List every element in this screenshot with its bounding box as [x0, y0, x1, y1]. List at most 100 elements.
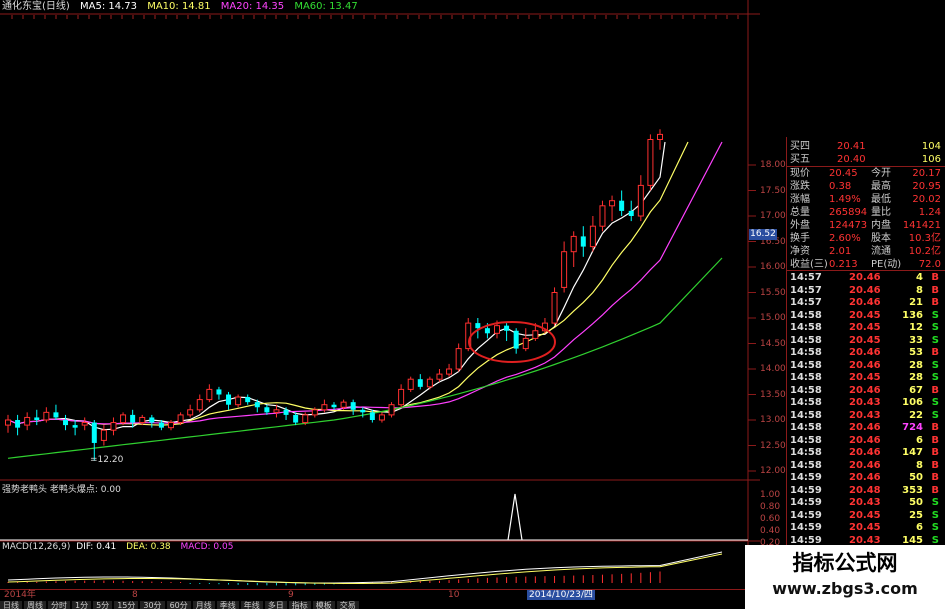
period-tab[interactable]: 周线: [24, 601, 46, 609]
period-tab[interactable]: 模板: [312, 601, 335, 609]
candle: [398, 384, 405, 408]
candle: [647, 134, 654, 191]
candle: [24, 412, 31, 431]
candle: [455, 343, 462, 372]
macd-dif: DIF: 0.41: [76, 542, 117, 552]
tick-row: 14:58 20.45 12 S: [787, 322, 945, 335]
candle: [196, 394, 203, 413]
tick-p: 20.45: [849, 522, 881, 533]
tick-v: 353: [902, 484, 923, 496]
tick-s: B: [931, 422, 939, 433]
tick-p: 20.45: [849, 322, 881, 333]
tick-t: 14:58: [790, 347, 822, 358]
candle: [436, 369, 443, 382]
main-chart[interactable]: [0, 0, 760, 609]
tick-p: 20.43: [849, 497, 881, 508]
candle: [619, 190, 625, 216]
low-price-annotation: =12.20: [90, 455, 124, 465]
tick-v: 53: [909, 347, 923, 358]
tick-v: 6: [916, 522, 923, 533]
candle: [34, 409, 40, 426]
candle: [5, 414, 11, 433]
period-tab[interactable]: 年线: [240, 601, 263, 609]
candle: [599, 200, 606, 232]
candle: [504, 323, 510, 341]
macd-dea-line: [7, 553, 723, 584]
indicator-axis-label: 1.00: [760, 490, 781, 500]
tick-row: 14:58 20.43 22 S: [787, 410, 945, 423]
period-tab[interactable]: 分时: [48, 601, 70, 609]
tick-p: 20.46: [849, 272, 881, 283]
tick-s: B: [931, 434, 939, 446]
tick-row: 14:59 20.46 50 B: [787, 472, 945, 485]
candle: [53, 404, 59, 420]
candle: [513, 328, 519, 354]
tick-v: 21: [909, 297, 923, 308]
candle: [139, 414, 146, 426]
candle: [407, 376, 414, 392]
tick-p: 20.43: [849, 409, 881, 421]
tick-p: 20.46: [849, 384, 881, 396]
watermark-url: www.zbgs3.com: [772, 579, 918, 598]
tick-v: 6: [916, 434, 923, 446]
candle: [149, 414, 155, 428]
period-tab[interactable]: 多日: [264, 601, 287, 609]
period-tab[interactable]: 30分: [140, 601, 165, 609]
candle: [551, 287, 558, 326]
tick-t: 14:59: [790, 472, 822, 483]
period-tab[interactable]: 5分: [93, 601, 113, 609]
candle: [100, 425, 107, 446]
period-tab[interactable]: 日线: [0, 601, 22, 609]
candle: [657, 129, 663, 150]
tick-p: 20.45: [849, 334, 881, 346]
tick-v: 8: [916, 459, 923, 471]
price-axis-label: 15.50: [760, 287, 786, 298]
candle: [72, 420, 78, 436]
tick-t: 14:58: [790, 409, 822, 421]
tick-v: 28: [909, 359, 923, 371]
price-axis-label: 15.00: [760, 313, 786, 323]
candle: [589, 216, 596, 252]
tick-divider: [787, 270, 945, 271]
tick-t: 14:59: [790, 509, 822, 521]
tick-row: 14:59 20.45 6 S: [787, 522, 945, 535]
period-tab[interactable]: 指标: [288, 601, 311, 609]
tick-row: 14:58 20.45 33 S: [787, 335, 945, 348]
tick-s: S: [931, 397, 939, 408]
indicator-spike: [507, 493, 523, 541]
tick-row: 14:59 20.48 353 B: [787, 485, 945, 498]
tick-row: 14:57 20.46 4 B: [787, 272, 945, 285]
price-axis-label: 17.00: [760, 211, 786, 221]
candle: [187, 404, 194, 418]
candle: [637, 175, 644, 222]
period-tab[interactable]: 15分: [114, 601, 139, 609]
candle: [609, 195, 616, 222]
period-tabbar: 日线 周线 分时 1分 5分 15分 30分 60分 月线 季线 年线 多日 指标 模板 交易: [0, 600, 760, 609]
tick-t: 14:58: [790, 397, 822, 408]
candle: [446, 363, 453, 377]
date-month-8: 8: [132, 590, 138, 600]
candle: [388, 402, 395, 418]
tick-v: 147: [902, 447, 923, 458]
tick-s: S: [931, 322, 939, 333]
tick-s: S: [931, 509, 939, 521]
tick-s: B: [931, 284, 939, 296]
tick-v: 50: [909, 472, 923, 483]
tick-s: B: [931, 297, 939, 308]
period-tab[interactable]: 季线: [216, 601, 239, 609]
period-tab[interactable]: 交易: [336, 601, 359, 609]
candle: [226, 391, 232, 410]
tick-t: 14:59: [790, 497, 822, 508]
date-axis: 2014年 8 9 10 2014/10/23/四: [0, 589, 760, 600]
candle: [570, 231, 577, 267]
period-tab[interactable]: 60分: [166, 601, 191, 609]
candle: [235, 394, 242, 408]
candle: [81, 417, 88, 431]
tick-s: S: [931, 497, 939, 508]
indicator-axis-label: 0.80: [760, 502, 781, 512]
period-tab[interactable]: 1分: [72, 601, 92, 609]
buy5-volume: 106: [921, 154, 941, 165]
period-tab[interactable]: 月线: [192, 601, 215, 609]
date-month-9: 9: [288, 590, 294, 600]
candle: [43, 407, 50, 423]
